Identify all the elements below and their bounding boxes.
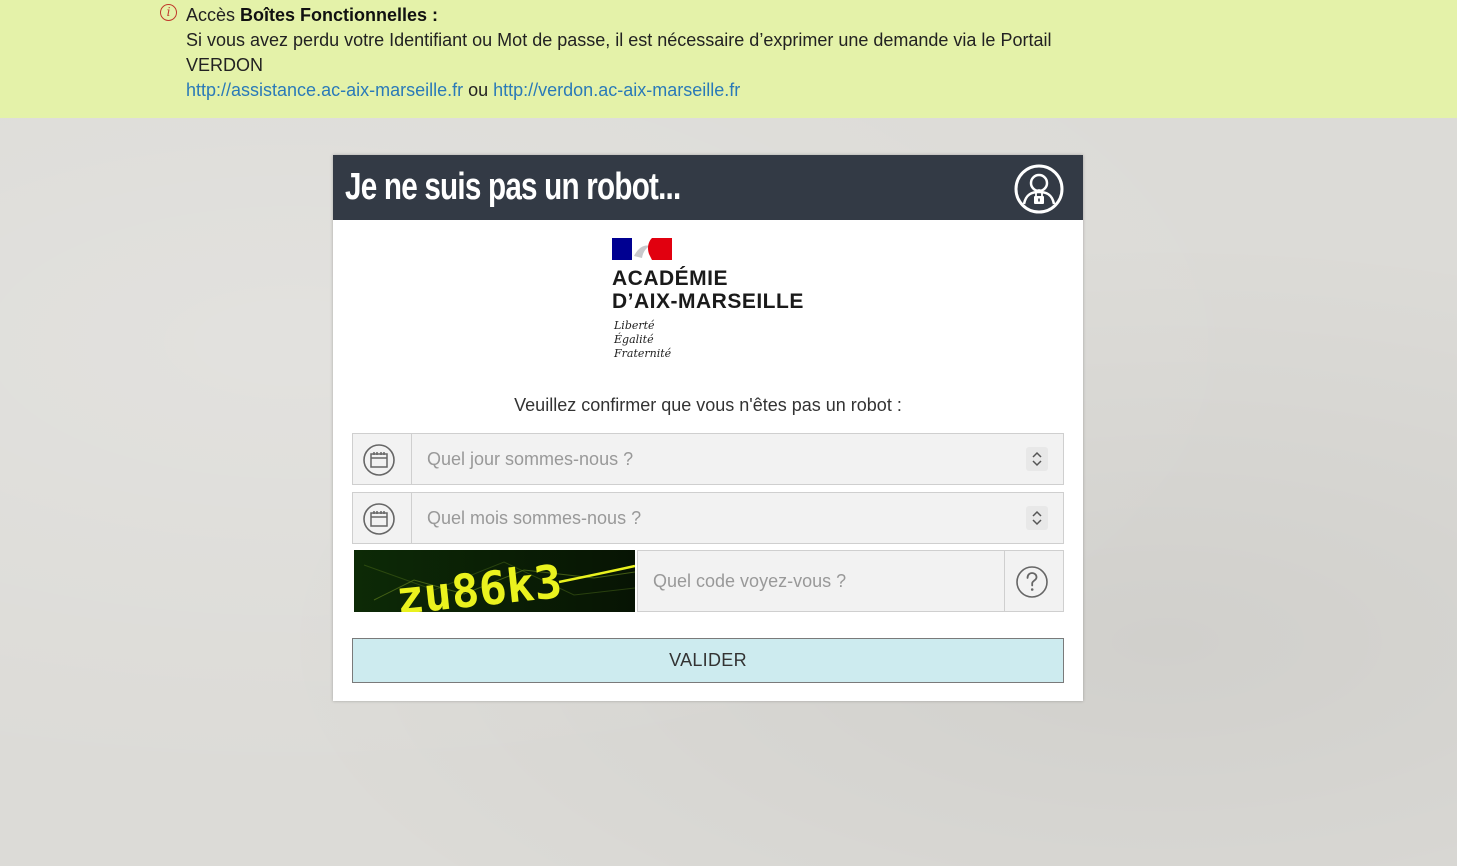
month-spinner[interactable] xyxy=(1026,506,1048,530)
day-spinner[interactable] xyxy=(1026,447,1048,471)
info-banner: i Accès Boîtes Fonctionnelles : Si vous … xyxy=(0,0,1457,118)
question-icon xyxy=(1016,566,1048,598)
calendar-icon xyxy=(363,503,395,535)
verdon-link[interactable]: http://verdon.ac-aix-marseille.fr xyxy=(493,80,740,100)
info-banner-text: Accès Boîtes Fonctionnelles : Si vous av… xyxy=(186,3,1106,103)
validate-button[interactable]: VALIDER xyxy=(352,638,1064,683)
day-select[interactable]: Quel jour sommes-nous ? xyxy=(412,434,1063,484)
info-banner-title: Accès Boîtes Fonctionnelles : xyxy=(186,5,439,25)
logo-motto-1: Liberté xyxy=(614,319,655,332)
link-separator: ou xyxy=(463,80,494,100)
captcha-image: zu86k3 xyxy=(354,550,635,612)
chevron-updown-icon xyxy=(1032,451,1042,467)
logo-line-2: D’AIX-MARSEILLE xyxy=(612,290,804,313)
month-select[interactable]: Quel mois sommes-nous ? xyxy=(412,493,1063,543)
month-addon xyxy=(353,493,412,543)
user-lock-icon xyxy=(1014,164,1064,214)
captcha-help-button[interactable] xyxy=(1005,550,1064,612)
info-icon: i xyxy=(160,4,177,21)
day-addon xyxy=(353,434,412,484)
month-field: Quel mois sommes-nous ? xyxy=(352,492,1064,544)
day-field: Quel jour sommes-nous ? xyxy=(352,433,1064,485)
chevron-updown-icon xyxy=(1032,510,1042,526)
card-header: Je ne suis pas un robot... xyxy=(333,155,1083,220)
calendar-icon xyxy=(363,444,395,476)
captcha-row: zu86k3 Quel code voyez-vous ? xyxy=(352,550,1064,613)
captcha-code-input[interactable]: Quel code voyez-vous ? xyxy=(637,550,1005,612)
captcha-card: Je ne suis pas un robot... ACADÉMIE D’AI… xyxy=(333,155,1083,701)
assistance-link[interactable]: http://assistance.ac-aix-marseille.fr xyxy=(186,80,463,100)
info-banner-title-bold: Boîtes Fonctionnelles : xyxy=(240,5,439,25)
card-title: Je ne suis pas un robot... xyxy=(345,166,681,208)
marianne-flag-icon xyxy=(612,238,672,260)
logo-motto-3: Fraternité xyxy=(614,347,672,360)
info-banner-message-2: VERDON xyxy=(186,55,264,75)
logo-motto-2: Égalité xyxy=(614,333,654,346)
logo-line-1: ACADÉMIE xyxy=(612,267,729,290)
captcha-graphic: zu86k3 xyxy=(354,550,635,612)
info-banner-message: Si vous avez perdu votre Identifiant ou … xyxy=(186,30,1052,50)
info-banner-links: http://assistance.ac-aix-marseille.fr ou… xyxy=(186,78,1106,103)
academie-logo: ACADÉMIE D’AIX-MARSEILLE Liberté Égalité… xyxy=(612,238,812,368)
robot-prompt: Veuillez confirmer que vous n'êtes pas u… xyxy=(514,395,902,415)
